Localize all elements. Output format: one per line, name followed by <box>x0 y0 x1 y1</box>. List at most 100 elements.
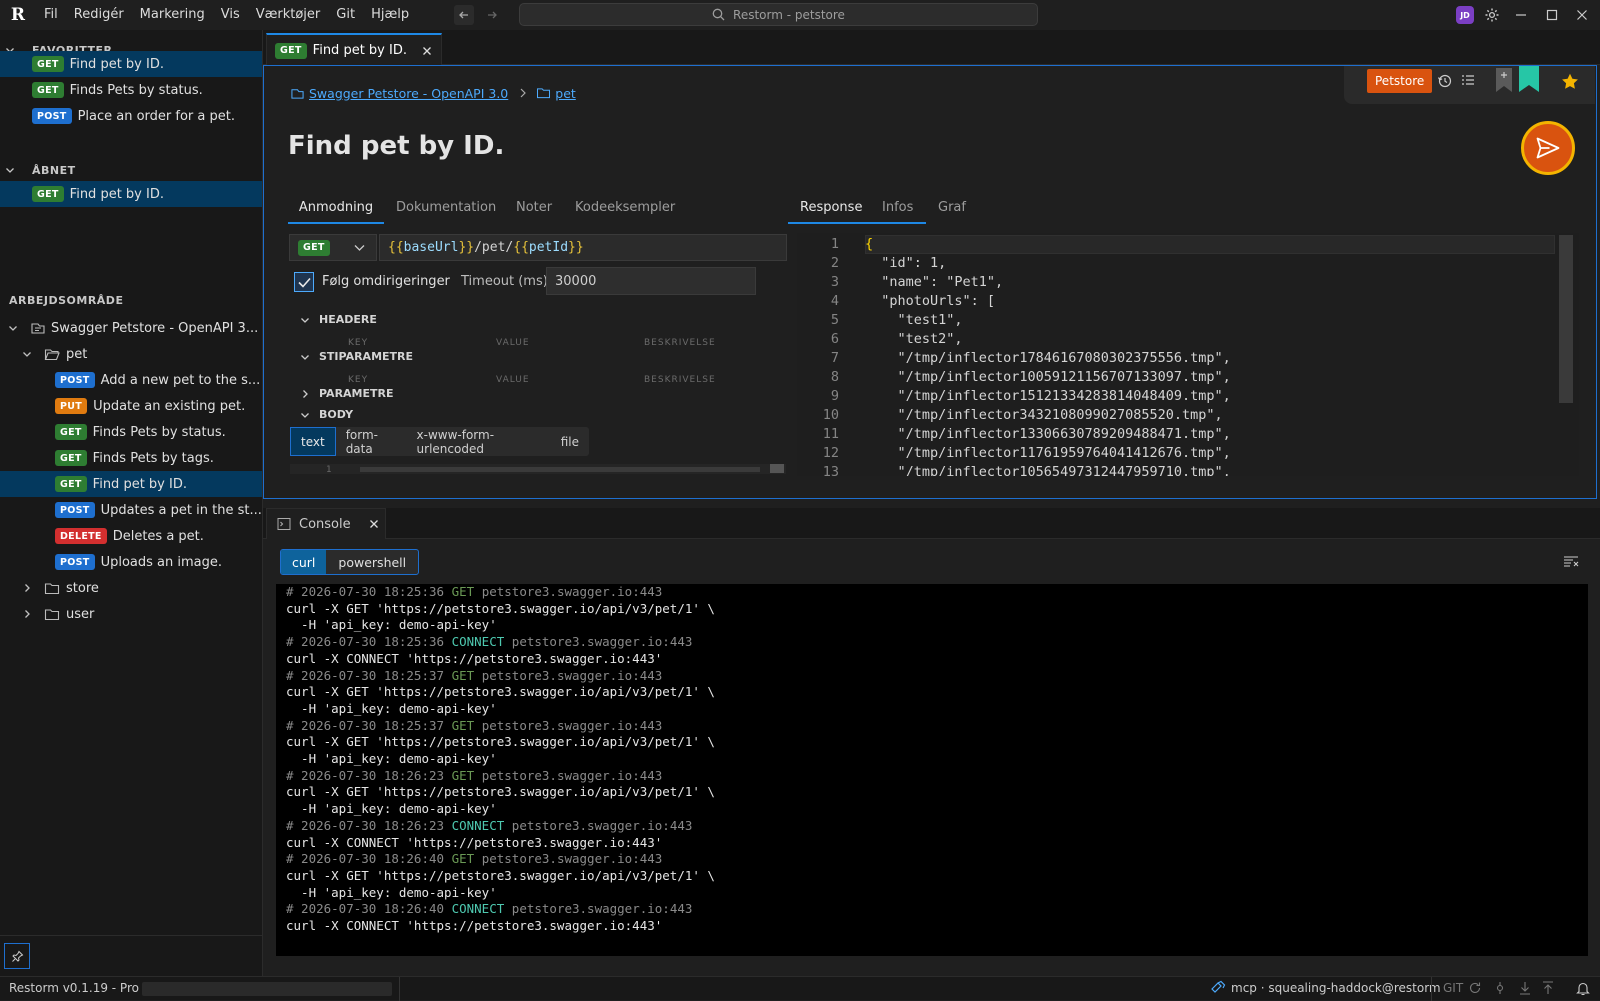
section-parameters[interactable]: PARAMETRE <box>300 387 394 400</box>
settings-button[interactable] <box>1482 5 1502 25</box>
maximize-button[interactable] <box>1542 5 1562 25</box>
tab-graph[interactable]: Graf <box>938 200 966 215</box>
scrollbar[interactable] <box>360 467 760 472</box>
close-window-button[interactable] <box>1572 5 1592 25</box>
search-icon <box>712 8 725 21</box>
tab-code-examples[interactable]: Kodeeksempler <box>575 200 675 215</box>
bookmark-icon[interactable] <box>1518 66 1540 94</box>
git-commit-icon[interactable] <box>1493 981 1507 995</box>
response-editor[interactable]: 1 2 3 4 5 6 7 8 9 10 11 12 13 { "id": 1,… <box>797 233 1579 476</box>
current-line-highlight <box>865 235 1555 254</box>
history-icon[interactable] <box>1437 73 1453 89</box>
pin-button[interactable] <box>4 943 30 969</box>
app-logo-icon: R <box>10 5 26 25</box>
favorite-item[interactable]: GET Find pet by ID. <box>0 51 262 77</box>
line-number: 11 <box>822 426 839 442</box>
close-tab-icon[interactable] <box>369 519 379 529</box>
request-item[interactable]: POST Uploads an image. <box>0 549 262 575</box>
minimize-button[interactable] <box>1511 5 1531 25</box>
log-method: GET <box>451 851 482 867</box>
favorite-item[interactable]: POST Place an order for a pet. <box>0 103 262 129</box>
list-tree-icon[interactable] <box>1460 73 1476 89</box>
menu-view[interactable]: Vis <box>213 0 248 30</box>
section-headers[interactable]: HEADERE <box>300 313 377 326</box>
request-item[interactable]: DELETE Deletes a pet. <box>0 523 262 549</box>
tab-response[interactable]: Response <box>800 200 862 215</box>
folder-pet[interactable]: pet <box>0 341 262 367</box>
favorite-item[interactable]: GET Finds Pets by status. <box>0 77 262 103</box>
chevron-down-icon <box>6 323 20 333</box>
body-editor[interactable]: 1 <box>290 464 786 474</box>
tab-infos[interactable]: Infos <box>882 200 913 215</box>
tab-console[interactable]: Console <box>266 508 386 539</box>
pin-icon <box>11 950 23 962</box>
bell-icon[interactable] <box>1576 981 1590 996</box>
opened-item[interactable]: GET Find pet by ID. <box>0 181 262 207</box>
request-item[interactable]: GET Finds Pets by status. <box>0 419 262 445</box>
menu-git[interactable]: Git <box>328 0 363 30</box>
collection-node[interactable]: Swagger Petstore - OpenAPI 3... <box>0 315 262 341</box>
body-type-urlencoded[interactable]: x-www-form-urlencoded <box>407 428 551 456</box>
star-icon[interactable] <box>1561 73 1579 90</box>
request-item[interactable]: POST Updates a pet in the st... <box>0 497 262 523</box>
clear-console-button[interactable] <box>1561 552 1581 572</box>
code-line: "/tmp/inflector1512133428381404840​9.tmp… <box>865 388 1231 404</box>
body-type-form-data[interactable]: form-data <box>336 428 407 456</box>
method-select[interactable]: GET <box>289 234 377 261</box>
log-host: petstore3.swagger.io:443 <box>511 634 693 650</box>
folder-store[interactable]: store <box>0 575 262 601</box>
scrollbar-thumb[interactable] <box>770 464 784 473</box>
blurred-info <box>142 982 392 996</box>
menu-file[interactable]: Fil <box>36 0 66 30</box>
command-search-box[interactable]: Restorm - petstore <box>519 3 1038 26</box>
item-label: Add a new pet to the s... <box>100 372 261 388</box>
sidebar-divider <box>0 935 262 936</box>
close-tab-icon[interactable] <box>422 46 432 56</box>
body-type-file[interactable]: file <box>551 435 589 449</box>
item-label: Update an existing pet. <box>93 398 246 414</box>
menu-help[interactable]: Hjælp <box>363 0 417 30</box>
environment-badge[interactable]: Petstore <box>1367 69 1433 93</box>
folder-user[interactable]: user <box>0 601 262 627</box>
git-pull-icon[interactable] <box>1518 981 1532 995</box>
request-item[interactable]: PUT Update an existing pet. <box>0 393 262 419</box>
timeout-input[interactable]: 30000 <box>546 267 756 295</box>
refresh-icon[interactable] <box>1468 981 1482 995</box>
chevron-right-icon <box>20 609 34 619</box>
shell-powershell[interactable]: powershell <box>326 555 418 570</box>
divider <box>399 977 400 1001</box>
breadcrumb-folder[interactable]: pet <box>555 86 576 101</box>
checkmark-icon <box>297 277 311 288</box>
user-avatar[interactable]: JD <box>1456 6 1474 24</box>
bookmark-add-icon[interactable] <box>1494 68 1514 94</box>
menu-selection[interactable]: Markering <box>132 0 213 30</box>
breadcrumb-collection[interactable]: Swagger Petstore - OpenAPI 3.0 <box>309 86 508 101</box>
section-body[interactable]: BODY <box>300 408 353 421</box>
mcp-status[interactable]: mcp · squealing-haddock@restorm <box>1231 981 1441 995</box>
request-item[interactable]: GET Find pet by ID. <box>0 471 262 497</box>
section-path-params[interactable]: STIPARAMETRE <box>300 350 413 363</box>
follow-redirects-label: Følg omdirigeringer <box>322 274 450 289</box>
request-item[interactable]: GET Finds Pets by tags. <box>0 445 262 471</box>
request-item[interactable]: POST Add a new pet to the s... <box>0 367 262 393</box>
tab-notes[interactable]: Noter <box>516 200 552 215</box>
tab-find-pet-by-id[interactable]: GET Find pet by ID. <box>266 33 442 66</box>
menu-edit[interactable]: Redigér <box>66 0 132 30</box>
back-button[interactable] <box>454 5 474 25</box>
opened-header[interactable]: ÅBNET <box>0 160 76 180</box>
tab-request[interactable]: Anmodning <box>288 194 384 224</box>
send-button[interactable] <box>1521 121 1575 175</box>
console-command-line: curl -X GET 'https://petstore3.swagger.i… <box>286 600 715 616</box>
code-line: "/tmp/inflector1005912115670713309​7.tmp… <box>865 369 1231 385</box>
tab-documentation[interactable]: Dokumentation <box>396 200 496 215</box>
scrollbar-thumb[interactable] <box>1559 235 1573 403</box>
body-type-text[interactable]: text <box>290 427 336 456</box>
url-input[interactable]: {{baseUrl}}/pet/{{petId}} <box>379 234 787 261</box>
git-push-icon[interactable] <box>1541 981 1555 995</box>
console-output[interactable]: # 2026-07-30 18:25:36 GET petstore3.swag… <box>276 584 1588 956</box>
menu-tools[interactable]: Værktøjer <box>248 0 329 30</box>
forward-button[interactable] <box>482 5 502 25</box>
console-scrollbar[interactable] <box>1585 584 1591 954</box>
shell-curl[interactable]: curl <box>281 550 327 574</box>
follow-redirects-checkbox[interactable] <box>294 272 314 292</box>
